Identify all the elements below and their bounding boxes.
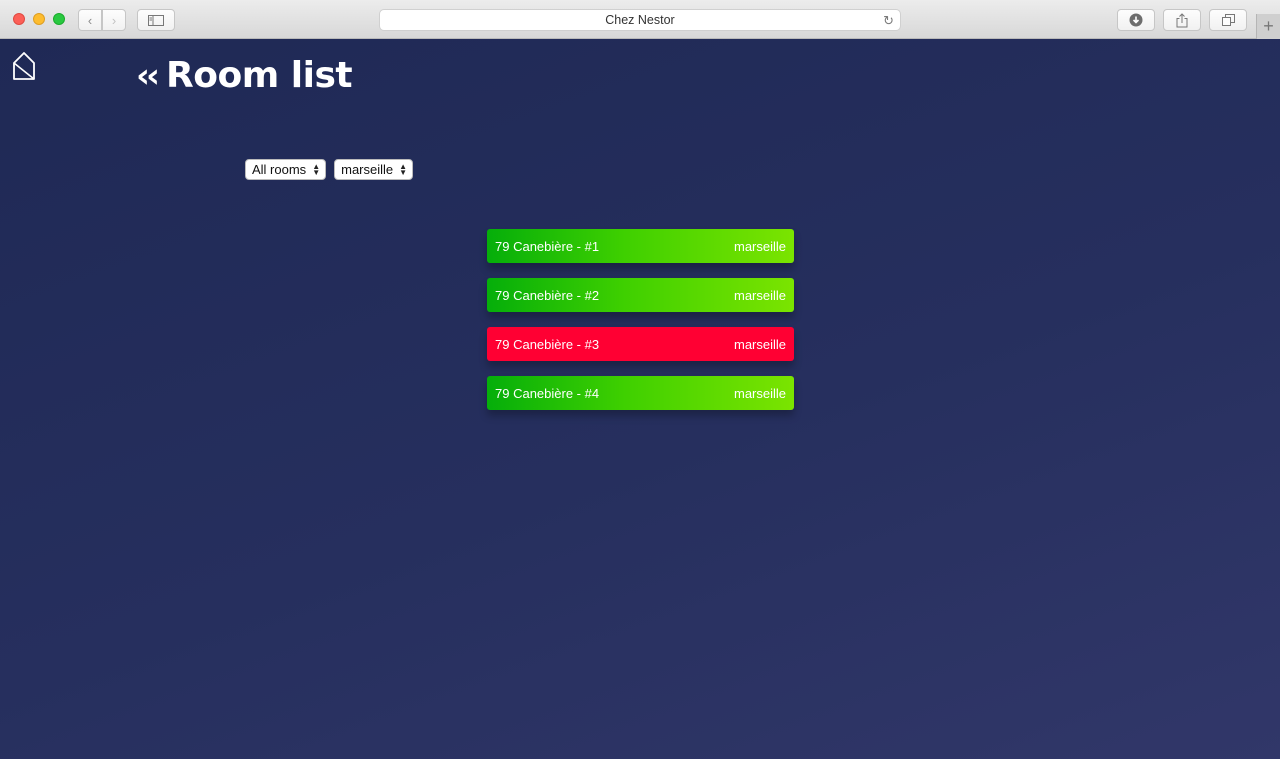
room-item[interactable]: 79 Canebière - #1 marseille	[487, 229, 794, 263]
share-icon	[1176, 12, 1188, 27]
downloads-button[interactable]	[1117, 9, 1155, 31]
room-item[interactable]: 79 Canebière - #4 marseille	[487, 376, 794, 410]
room-name: 79 Canebière - #1	[495, 238, 600, 254]
back-chevrons-icon[interactable]: ‹‹	[136, 56, 160, 96]
room-name: 79 Canebière - #3	[495, 336, 600, 352]
room-item[interactable]: 79 Canebière - #2 marseille	[487, 278, 794, 312]
chevron-left-icon: ‹	[87, 12, 93, 28]
tabs-overview-button[interactable]	[1209, 9, 1247, 31]
close-window-button[interactable]	[13, 13, 25, 25]
room-city: marseille	[733, 385, 786, 401]
address-bar[interactable]: Chez Nestor ↻	[379, 9, 901, 31]
minimize-window-button[interactable]	[33, 13, 45, 25]
chevron-right-icon: ›	[111, 12, 117, 28]
browser-toolbar: ‹ › Chez Nestor ↻ +	[0, 0, 1280, 39]
zoom-window-button[interactable]	[53, 13, 65, 25]
room-city: marseille	[733, 238, 786, 254]
filters-bar: All rooms ▲ ▼ marseille ▲ ▼	[245, 159, 414, 180]
sidebar-toggle-button[interactable]	[137, 9, 175, 31]
room-name: 79 Canebière - #2	[495, 287, 600, 303]
select-arrows-icon: ▲ ▼	[399, 161, 408, 177]
room-type-select[interactable]: All rooms ▲ ▼	[245, 159, 327, 180]
room-city: marseille	[733, 336, 786, 352]
sidebar-icon	[148, 14, 164, 26]
page-content: ‹‹ Room list All rooms ▲ ▼ marseille ▲ ▼ 7…	[0, 39, 1280, 759]
tabs-icon	[1221, 14, 1235, 26]
share-button[interactable]	[1163, 9, 1201, 31]
page-title-text: Room list	[166, 55, 353, 96]
room-name: 79 Canebière - #4	[495, 385, 600, 401]
page-url-title: Chez Nestor	[605, 13, 675, 27]
room-item[interactable]: 79 Canebière - #3 marseille	[487, 327, 794, 361]
room-city: marseille	[733, 287, 786, 303]
room-type-value: All rooms	[252, 162, 307, 177]
city-select[interactable]: marseille ▲ ▼	[334, 159, 414, 180]
forward-button[interactable]: ›	[102, 9, 126, 31]
download-icon	[1129, 13, 1143, 27]
room-list: 79 Canebière - #1 marseille 79 Canebière…	[487, 229, 794, 425]
select-arrows-icon: ▲ ▼	[312, 161, 321, 177]
new-tab-button[interactable]: +	[1256, 14, 1280, 39]
page-title: ‹‹ Room list	[136, 55, 353, 96]
city-value: marseille	[341, 162, 394, 177]
chez-nestor-logo-icon[interactable]	[12, 51, 36, 81]
reload-icon[interactable]: ↻	[883, 13, 894, 29]
plus-icon: +	[1263, 16, 1274, 36]
back-button[interactable]: ‹	[78, 9, 102, 31]
